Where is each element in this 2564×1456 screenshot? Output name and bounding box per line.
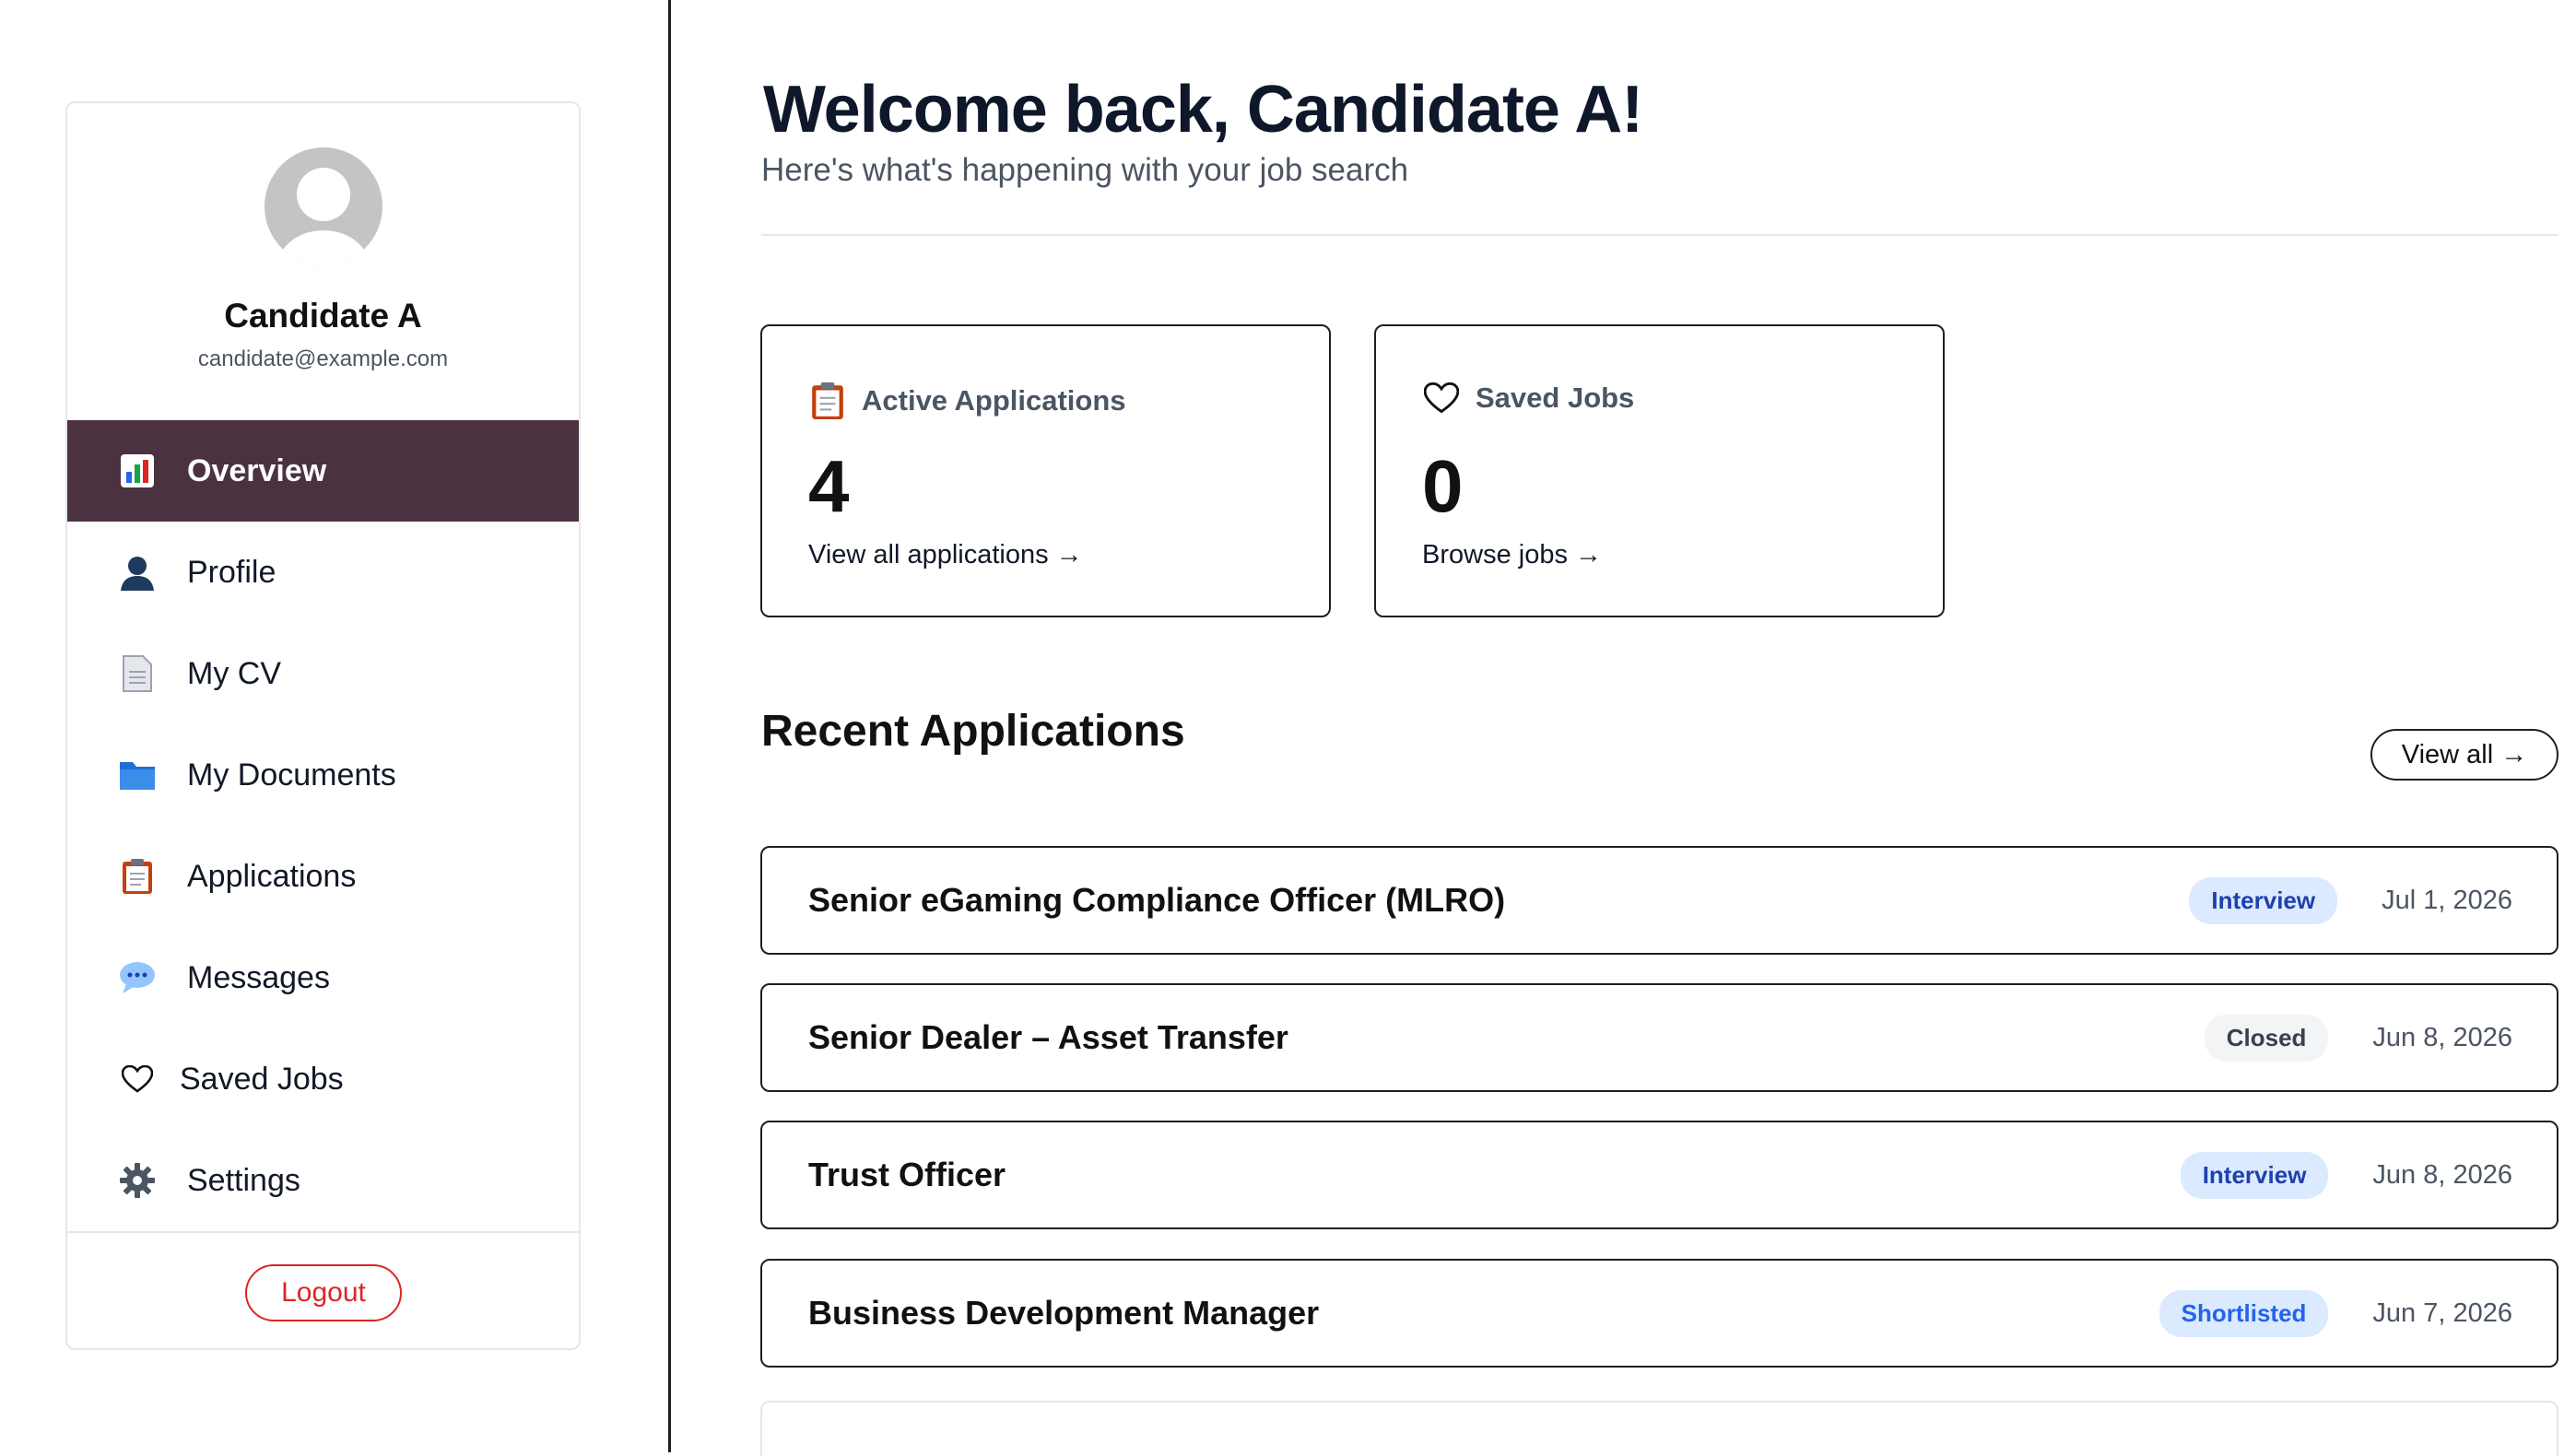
divider bbox=[761, 234, 2558, 236]
application-title: Business Development Manager bbox=[808, 1294, 1320, 1332]
sidebar-item-label: Applications bbox=[187, 858, 357, 894]
gear-icon bbox=[119, 1162, 156, 1199]
person-icon bbox=[119, 554, 156, 591]
sidebar-item-my-cv[interactable]: My CV bbox=[67, 623, 579, 724]
stat-label: Active Applications bbox=[862, 384, 1126, 417]
document-icon bbox=[119, 655, 156, 692]
page-title: Welcome back, Candidate A! bbox=[763, 73, 1643, 147]
status-badge: Closed bbox=[2204, 1014, 2329, 1062]
profile-card: Candidate A candidate@example.com Overvi… bbox=[65, 101, 581, 1350]
logout-button[interactable]: Logout bbox=[245, 1264, 402, 1321]
divider bbox=[67, 1231, 579, 1233]
application-title: Senior eGaming Compliance Officer (MLRO) bbox=[808, 881, 1506, 919]
application-row[interactable]: Business Development Manager Shortlisted… bbox=[760, 1259, 2558, 1368]
sidebar-item-label: Profile bbox=[187, 554, 276, 590]
stat-label: Saved Jobs bbox=[1476, 382, 1635, 414]
stat-card-saved-jobs: Saved Jobs 0 Browse jobs → bbox=[1374, 324, 1945, 617]
sidebar-item-applications[interactable]: Applications bbox=[67, 826, 579, 927]
application-date: Jun 7, 2026 bbox=[2372, 1297, 2512, 1328]
stat-card-active-applications: Active Applications 4 View all applicati… bbox=[760, 324, 1331, 617]
application-row[interactable]: Senior eGaming Compliance Officer (MLRO)… bbox=[760, 846, 2558, 955]
browse-jobs-link[interactable]: Browse jobs → bbox=[1422, 540, 1602, 570]
application-row[interactable]: Senior Dealer – Asset Transfer Closed Ju… bbox=[760, 983, 2558, 1092]
application-title: Senior Dealer – Asset Transfer bbox=[808, 1018, 1288, 1056]
heart-icon bbox=[1424, 382, 1459, 414]
sidebar-item-saved-jobs[interactable]: Saved Jobs bbox=[67, 1028, 579, 1130]
application-date: Jul 1, 2026 bbox=[2382, 885, 2512, 915]
sidebar-item-label: My Documents bbox=[187, 757, 396, 793]
view-all-applications-link[interactable]: View all applications → bbox=[808, 540, 1083, 570]
stat-value: 0 bbox=[1422, 445, 1464, 527]
application-title: Trust Officer bbox=[808, 1156, 1006, 1193]
stat-value: 4 bbox=[808, 445, 850, 527]
status-badge: Interview bbox=[2189, 876, 2338, 924]
heart-icon bbox=[119, 1061, 156, 1098]
candidate-email: candidate@example.com bbox=[197, 346, 449, 371]
status-badge: Interview bbox=[2180, 1151, 2329, 1199]
sidebar-nav: Overview Profile My CV My Documents Appl… bbox=[67, 420, 579, 1231]
folder-icon bbox=[119, 757, 156, 793]
status-badge: Shortlisted bbox=[2158, 1289, 2329, 1337]
sidebar-item-settings[interactable]: Settings bbox=[67, 1130, 579, 1231]
application-date: Jun 8, 2026 bbox=[2372, 1159, 2512, 1190]
sidebar: Candidate A candidate@example.com Overvi… bbox=[0, 0, 671, 1452]
sidebar-item-label: Overview bbox=[187, 452, 327, 488]
clipboard-icon bbox=[810, 382, 845, 420]
sidebar-item-label: Saved Jobs bbox=[180, 1061, 344, 1097]
application-row-partial bbox=[760, 1401, 2558, 1456]
application-row[interactable]: Trust Officer Interview Jun 8, 2026 bbox=[760, 1121, 2558, 1229]
sidebar-item-my-documents[interactable]: My Documents bbox=[67, 724, 579, 826]
section-title: Recent Applications bbox=[761, 707, 1185, 756]
sidebar-item-overview[interactable]: Overview bbox=[67, 420, 579, 522]
sidebar-item-messages[interactable]: Messages bbox=[67, 927, 579, 1028]
candidate-name: Candidate A bbox=[224, 297, 422, 335]
sidebar-item-label: Messages bbox=[187, 959, 330, 995]
sidebar-item-label: My CV bbox=[187, 655, 281, 691]
sidebar-item-label: Settings bbox=[187, 1162, 300, 1198]
chat-bubble-icon bbox=[119, 959, 156, 996]
sidebar-item-profile[interactable]: Profile bbox=[67, 522, 579, 623]
bar-chart-icon bbox=[119, 452, 156, 489]
clipboard-icon bbox=[119, 858, 156, 895]
view-all-button[interactable]: View all → bbox=[2370, 729, 2558, 781]
page-subtitle: Here's what's happening with your job se… bbox=[761, 152, 1409, 188]
application-date: Jun 8, 2026 bbox=[2372, 1022, 2512, 1052]
avatar bbox=[265, 147, 382, 265]
